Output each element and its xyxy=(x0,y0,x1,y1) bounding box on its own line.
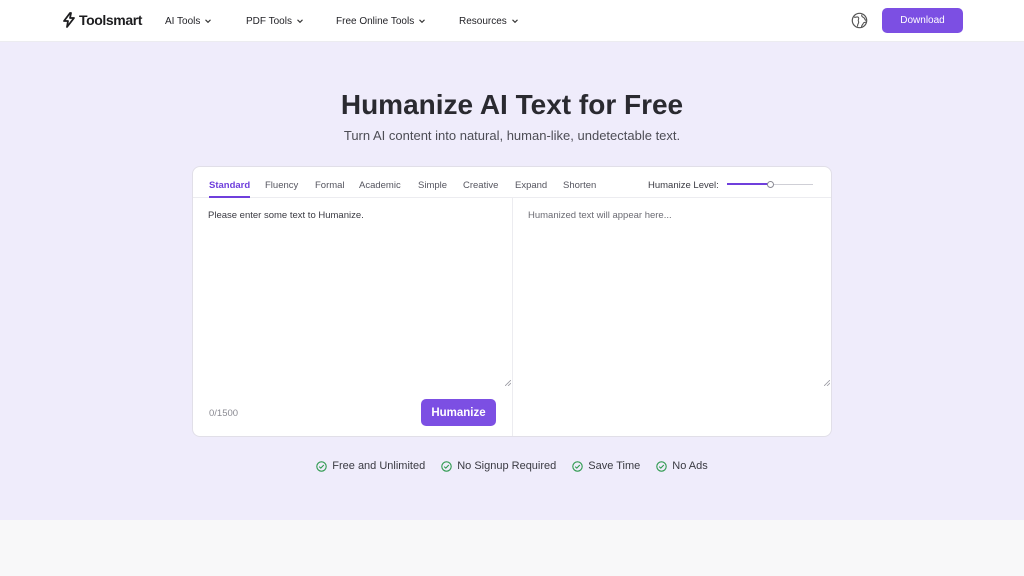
mode-tabs: Standard Fluency Formal Academic Simple … xyxy=(193,167,831,198)
slider-fill xyxy=(727,183,770,185)
feature-item: No Ads xyxy=(656,460,708,472)
humanize-button[interactable]: Humanize xyxy=(421,399,496,426)
nav-free-online-tools[interactable]: Free Online Tools xyxy=(336,13,426,29)
brand-logo[interactable]: Toolsmart xyxy=(62,11,142,29)
page-subtitle: Turn AI content into natural, human-like… xyxy=(343,128,681,143)
tab-shorten[interactable]: Shorten xyxy=(563,180,596,191)
check-circle-icon xyxy=(572,460,584,472)
input-textarea[interactable]: Please enter some text to Humanize. xyxy=(208,210,508,386)
output-placeholder-text: Humanized text will appear here... xyxy=(528,210,672,221)
tab-expand[interactable]: Expand xyxy=(515,180,547,191)
pane-divider xyxy=(512,198,513,436)
check-circle-icon xyxy=(656,460,667,472)
chevron-down-icon xyxy=(297,19,303,24)
tab-simple[interactable]: Simple xyxy=(418,180,447,191)
slider-thumb[interactable] xyxy=(767,181,774,188)
character-counter: 0/1500 xyxy=(209,408,239,419)
toolsmart-logo-icon xyxy=(63,12,75,28)
lower-section xyxy=(0,520,1024,576)
download-button[interactable]: Download xyxy=(882,8,963,33)
feature-label: Save Time xyxy=(588,460,641,472)
feature-label: Free and Unlimited xyxy=(332,460,426,472)
resize-grip-icon[interactable] xyxy=(505,380,511,386)
top-navigation: Toolsmart AI Tools PDF Tools Free Online… xyxy=(0,0,1024,42)
chevron-down-icon xyxy=(419,19,426,24)
tab-academic[interactable]: Academic xyxy=(359,180,401,191)
input-placeholder-text: Please enter some text to Humanize. xyxy=(208,210,364,221)
feature-item: Save Time xyxy=(572,460,640,472)
feature-item: Free and Unlimited xyxy=(316,460,425,472)
tab-formal[interactable]: Formal xyxy=(315,180,345,191)
check-circle-icon xyxy=(316,460,328,472)
nav-ai-tools-label: AI Tools xyxy=(165,15,201,27)
tab-fluency[interactable]: Fluency xyxy=(265,180,298,191)
resize-grip-icon[interactable] xyxy=(824,380,830,386)
check-circle-icon xyxy=(441,460,452,472)
brand-name: Toolsmart xyxy=(79,12,143,28)
humanize-level-slider[interactable] xyxy=(727,181,813,189)
nav-ai-tools[interactable]: AI Tools xyxy=(165,13,212,29)
nav-resources-label: Resources xyxy=(459,15,507,27)
chevron-down-icon xyxy=(511,19,518,24)
nav-free-online-tools-label: Free Online Tools xyxy=(336,15,415,27)
nav-pdf-tools[interactable]: PDF Tools xyxy=(246,13,304,29)
tab-standard[interactable]: Standard xyxy=(209,180,250,191)
feature-label: No Signup Required xyxy=(457,460,557,472)
hero-section: Humanize AI Text for Free Turn AI conten… xyxy=(0,42,1024,520)
active-tab-indicator xyxy=(209,196,250,198)
output-textarea: Humanized text will appear here... xyxy=(528,210,824,386)
globe-icon[interactable] xyxy=(851,12,868,29)
tab-creative[interactable]: Creative xyxy=(463,180,498,191)
feature-item: No Signup Required xyxy=(441,460,556,472)
nav-resources[interactable]: Resources xyxy=(459,13,519,29)
humanizer-card: Standard Fluency Formal Academic Simple … xyxy=(192,166,832,437)
feature-label: No Ads xyxy=(672,460,708,472)
page-title: Humanize AI Text for Free xyxy=(340,89,684,120)
feature-list: Free and Unlimited No Signup Required Sa… xyxy=(0,458,1024,474)
nav-pdf-tools-label: PDF Tools xyxy=(246,15,292,27)
humanize-level-label: Humanize Level: xyxy=(648,180,719,191)
chevron-down-icon xyxy=(205,19,212,24)
